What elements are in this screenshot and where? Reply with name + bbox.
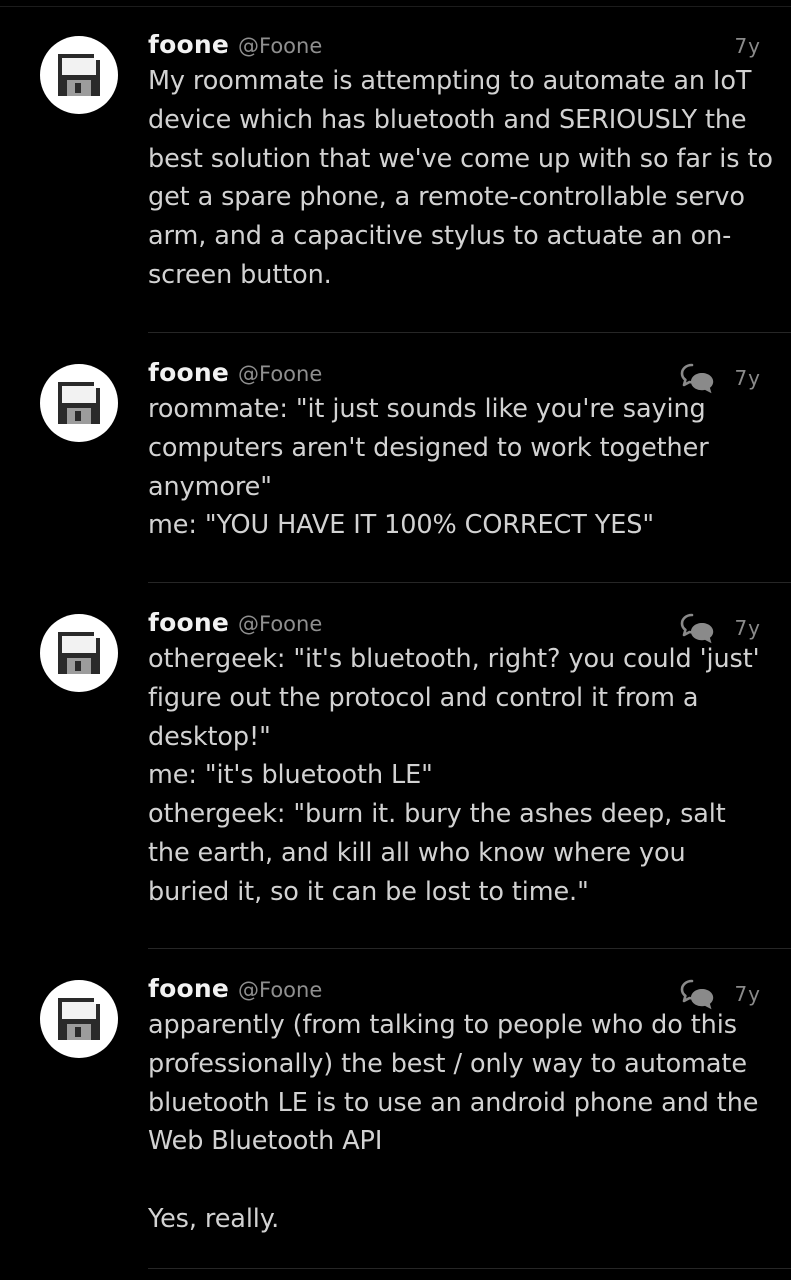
tweet-header: foone @Foone <box>148 358 322 392</box>
tweet-text: roommate: "it just sounds like you're sa… <box>148 394 709 541</box>
divider <box>148 332 791 333</box>
timestamp: 7y <box>734 34 761 58</box>
avatar[interactable] <box>40 364 118 442</box>
divider <box>148 1268 791 1269</box>
divider <box>148 582 791 583</box>
floppy-disk-icon <box>58 632 100 674</box>
author-handle[interactable]: @Foone <box>238 34 322 58</box>
tweet-text: My roommate is attempting to automate an… <box>148 66 781 290</box>
timestamp: 7y <box>734 982 761 1006</box>
author-name[interactable]: foone <box>148 358 229 387</box>
author-handle[interactable]: @Foone <box>238 978 322 1002</box>
author-handle[interactable]: @Foone <box>238 612 322 636</box>
divider <box>148 948 791 949</box>
author-name[interactable]: foone <box>148 30 229 59</box>
tweet-header: foone @Foone <box>148 974 322 1008</box>
timestamp: 7y <box>734 366 761 390</box>
tweet-header: foone @Foone <box>148 30 322 64</box>
tweet-text: othergeek: "it's bluetooth, right? you c… <box>148 644 760 907</box>
author-name[interactable]: foone <box>148 974 229 1003</box>
tweet-header: foone @Foone <box>148 608 322 642</box>
floppy-disk-icon <box>58 54 100 96</box>
author-name[interactable]: foone <box>148 608 229 637</box>
avatar[interactable] <box>40 614 118 692</box>
floppy-disk-icon <box>58 998 100 1040</box>
timestamp: 7y <box>734 616 761 640</box>
tweet-meta: 7y <box>734 34 761 58</box>
floppy-disk-icon <box>58 382 100 424</box>
author-handle[interactable]: @Foone <box>238 362 322 386</box>
avatar[interactable] <box>40 980 118 1058</box>
avatar[interactable] <box>40 36 118 114</box>
top-divider <box>0 6 791 7</box>
tweet-text: apparently (from talking to people who d… <box>148 1010 759 1234</box>
